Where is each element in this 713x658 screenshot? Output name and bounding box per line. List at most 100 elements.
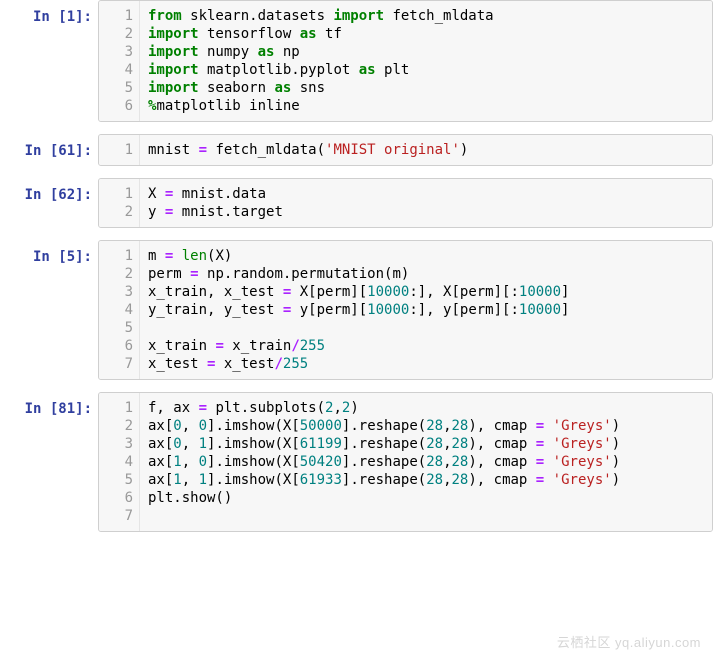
token-nm: , (333, 400, 341, 416)
line-number: 1 (99, 399, 133, 417)
code-line: import seaborn as sns (148, 79, 704, 97)
token-nm: ), cmap (468, 454, 535, 470)
cell-prompt: In [1]: (0, 0, 98, 27)
token-kw: import (333, 8, 384, 24)
token-nm: , (443, 418, 451, 434)
code-editor[interactable]: m = len(X)perm = np.random.permutation(m… (140, 241, 712, 379)
token-num: 1 (173, 454, 181, 470)
token-nm: , (182, 436, 199, 452)
code-line: ax[0, 0].imshow(X[50000].reshape(28,28),… (148, 417, 704, 435)
token-nm: ].reshape( (342, 454, 426, 470)
code-line: import tensorflow as tf (148, 25, 704, 43)
code-cell[interactable]: In [61]:1mnist = fetch_mldata('MNIST ori… (0, 134, 713, 166)
token-nm: ) (350, 400, 358, 416)
code-line: x_train = x_train/255 (148, 337, 704, 355)
token-nm: X[perm][ (291, 284, 367, 300)
line-gutter: 123456 (99, 1, 140, 121)
token-op: = (199, 400, 207, 416)
token-nm: plt.subplots( (207, 400, 325, 416)
token-num: 1 (173, 472, 181, 488)
token-nm (544, 436, 552, 452)
code-line: f, ax = plt.subplots(2,2) (148, 399, 704, 417)
cell-prompt: In [5]: (0, 240, 98, 267)
token-nm: seaborn (199, 80, 275, 96)
token-nm: np.random.permutation(m) (199, 266, 410, 282)
token-nm: y (148, 204, 165, 220)
code-cell[interactable]: In [81]:1234567f, ax = plt.subplots(2,2)… (0, 392, 713, 532)
token-nm: ) (612, 436, 620, 452)
token-nm: ), cmap (468, 436, 535, 452)
token-nm: tensorflow (199, 26, 300, 42)
code-line (148, 319, 704, 337)
token-nm: ].reshape( (342, 472, 426, 488)
token-op: = (536, 418, 544, 434)
token-num: 0 (199, 454, 207, 470)
input-area[interactable]: 12X = mnist.datay = mnist.target (98, 178, 713, 228)
token-kw: as (300, 26, 317, 42)
token-nm: plt.show() (148, 490, 232, 506)
token-num: 28 (426, 472, 443, 488)
code-cell[interactable]: In [62]:12X = mnist.datay = mnist.target (0, 178, 713, 228)
token-num: 61199 (300, 436, 342, 452)
line-number: 7 (99, 355, 133, 373)
line-gutter: 1 (99, 135, 140, 165)
line-number: 1 (99, 141, 133, 159)
line-number: 5 (99, 471, 133, 489)
code-cell[interactable]: In [5]:1234567m = len(X)perm = np.random… (0, 240, 713, 380)
token-op: = (190, 266, 198, 282)
code-editor[interactable]: X = mnist.datay = mnist.target (140, 179, 712, 227)
token-nm: x_test (215, 356, 274, 372)
input-area[interactable]: 1234567m = len(X)perm = np.random.permut… (98, 240, 713, 380)
token-nm: :], X[perm][: (409, 284, 519, 300)
token-nm: (X) (207, 248, 232, 264)
input-area[interactable]: 1234567f, ax = plt.subplots(2,2)ax[0, 0]… (98, 392, 713, 532)
input-area[interactable]: 123456 from sklearn.datasets import fetch… (98, 0, 713, 122)
token-nm: y[perm][ (291, 302, 367, 318)
token-num: 0 (173, 418, 181, 434)
token-num: 0 (199, 418, 207, 434)
line-number: 5 (99, 79, 133, 97)
token-nm: tf (317, 26, 342, 42)
line-number: 5 (99, 319, 133, 337)
token-nm: ) (612, 454, 620, 470)
code-line: X = mnist.data (148, 185, 704, 203)
token-nm: ].reshape( (342, 418, 426, 434)
code-line: perm = np.random.permutation(m) (148, 265, 704, 283)
token-nm (544, 418, 552, 434)
token-nm: x_test (148, 356, 207, 372)
token-nm: :], y[perm][: (409, 302, 519, 318)
line-number: 6 (99, 337, 133, 355)
token-num: 1 (199, 472, 207, 488)
token-nm: ), cmap (468, 472, 535, 488)
input-area[interactable]: 1 mnist = fetch_mldata('MNIST original') (98, 134, 713, 166)
code-editor[interactable]: mnist = fetch_mldata('MNIST original') (140, 135, 712, 165)
token-nm: mnist.target (173, 204, 283, 220)
token-nm: ] (561, 284, 569, 300)
token-num: 28 (426, 454, 443, 470)
token-nm: ) (612, 472, 620, 488)
token-num: 28 (452, 418, 469, 434)
code-editor[interactable]: from sklearn.datasets import fetch_mldat… (140, 1, 712, 121)
code-line: ax[1, 1].imshow(X[61933].reshape(28,28),… (148, 471, 704, 489)
code-line: from sklearn.datasets import fetch_mldat… (148, 7, 704, 25)
token-nm: , (443, 454, 451, 470)
code-line: %matplotlib inline (148, 97, 704, 115)
token-num: 28 (426, 436, 443, 452)
token-nm: sklearn.datasets (182, 8, 334, 24)
token-nm: , (443, 436, 451, 452)
code-line: x_train, x_test = X[perm][10000:], X[per… (148, 283, 704, 301)
token-nm (173, 248, 181, 264)
token-num: 28 (426, 418, 443, 434)
code-cell[interactable]: In [1]:123456 from sklearn.datasets impor… (0, 0, 713, 122)
code-editor[interactable]: f, ax = plt.subplots(2,2)ax[0, 0].imshow… (140, 393, 712, 531)
token-kw: from (148, 8, 182, 24)
code-line: ax[0, 1].imshow(X[61199].reshape(28,28),… (148, 435, 704, 453)
token-op: = (536, 436, 544, 452)
token-nm: ].reshape( (342, 436, 426, 452)
token-nm: fetch_mldata (384, 8, 494, 24)
line-number: 4 (99, 453, 133, 471)
token-num: 255 (283, 356, 308, 372)
token-nm: ].imshow(X[ (207, 436, 300, 452)
token-num: 10000 (519, 302, 561, 318)
line-number: 2 (99, 265, 133, 283)
